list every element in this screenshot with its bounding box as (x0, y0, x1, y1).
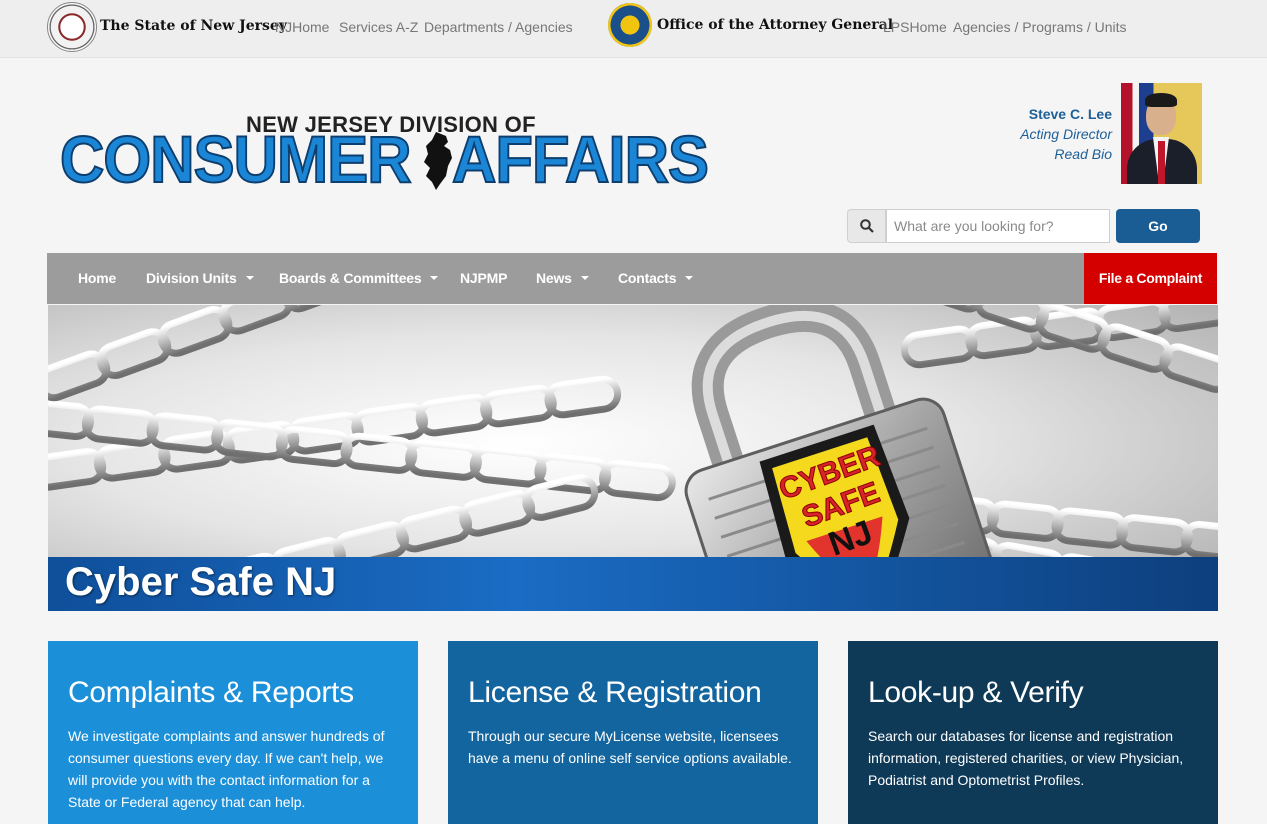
main-navigation: Home Division Units Boards & Committees … (47, 253, 1217, 304)
chevron-down-icon (580, 276, 589, 281)
logo-word-consumer: CONSUMER (59, 122, 412, 196)
njhome-link[interactable]: NJHome (275, 19, 329, 35)
departments-agencies-link[interactable]: Departments / Agencies (424, 19, 573, 35)
card-title: Complaints & Reports (68, 676, 354, 709)
chevron-down-icon (245, 276, 254, 281)
hero-banner[interactable]: CYBER SAFE NJ Cyber Safe NJ (48, 305, 1218, 611)
state-header-bar: The State of New Jersey NJHome Services … (0, 0, 1267, 58)
search-icon (860, 219, 874, 233)
nav-news[interactable]: News (536, 253, 589, 304)
logo-word-affairs: AFFAIRS (451, 122, 710, 196)
card-license-registration[interactable]: License & Registration Through our secur… (448, 641, 818, 824)
attorney-general-seal-icon[interactable] (608, 3, 652, 47)
director-title: Acting Director (1020, 126, 1112, 142)
file-complaint-button[interactable]: File a Complaint (1084, 253, 1217, 304)
search-go-button[interactable]: Go (1116, 209, 1200, 243)
director-portrait[interactable] (1121, 83, 1202, 184)
card-title: Look-up & Verify (868, 676, 1084, 709)
card-description: Through our secure MyLicense website, li… (468, 728, 792, 766)
director-name[interactable]: Steve C. Lee (1029, 106, 1112, 122)
search-input[interactable] (886, 209, 1110, 243)
hero-title: Cyber Safe NJ (65, 560, 337, 604)
nav-division-units[interactable]: Division Units (146, 253, 254, 304)
search-icon-button[interactable] (847, 209, 886, 243)
chevron-down-icon (430, 276, 439, 281)
nav-contacts[interactable]: Contacts (618, 253, 694, 304)
state-of-nj-brand[interactable]: The State of New Jersey (100, 18, 287, 34)
lpshome-link[interactable]: LPSHome (883, 19, 947, 35)
nav-njpmp[interactable]: NJPMP (460, 253, 507, 304)
card-title: License & Registration (468, 676, 762, 709)
nav-boards-committees[interactable]: Boards & Committees (279, 253, 439, 304)
attorney-general-brand[interactable]: Office of the Attorney General (657, 17, 893, 33)
card-lookup-verify[interactable]: Look-up & Verify Search our databases fo… (848, 641, 1218, 824)
read-bio-link[interactable]: Read Bio (1054, 146, 1112, 162)
card-complaints-reports[interactable]: Complaints & Reports We investigate comp… (48, 641, 418, 824)
chevron-down-icon (685, 276, 694, 281)
nj-state-silhouette-icon (424, 132, 452, 190)
agencies-programs-units-link[interactable]: Agencies / Programs / Units (953, 19, 1127, 35)
nav-home[interactable]: Home (78, 253, 116, 304)
nj-state-seal-icon[interactable] (47, 2, 97, 52)
card-description: We investigate complaints and answer hun… (68, 728, 385, 810)
services-az-link[interactable]: Services A-Z (339, 19, 418, 35)
card-description: Search our databases for license and reg… (868, 728, 1184, 788)
